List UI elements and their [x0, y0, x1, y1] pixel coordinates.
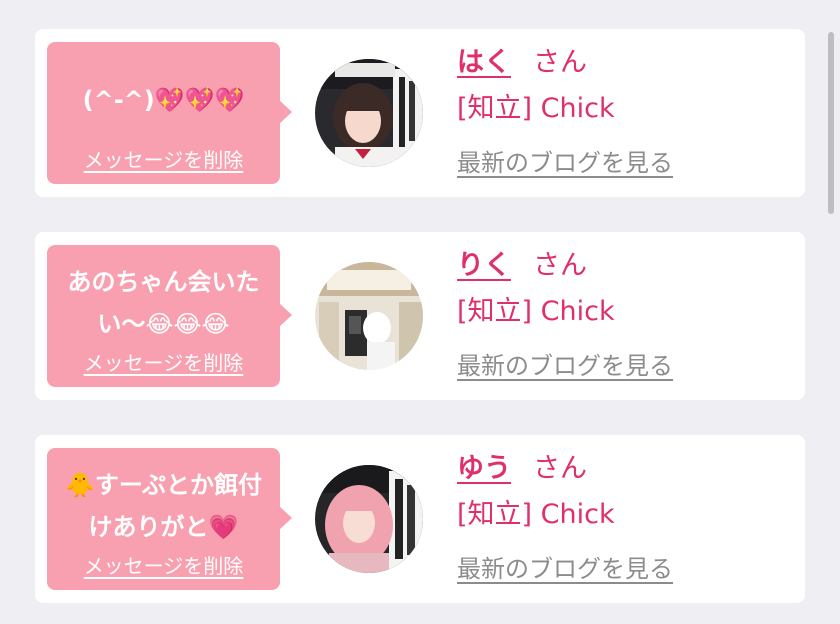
delete-message-link[interactable]: メッセージを削除: [84, 550, 244, 579]
sender-info: はく さん [知立] Chick 最新のブログを見る: [457, 43, 673, 178]
message-text: あのちゃん会いたい〜😂😂😂: [67, 268, 260, 338]
message-list: (^-^)💖💖💖 メッセージを削除 はく さん [知立] Chick 最新のブロ…: [0, 0, 840, 624]
message-text: 🐥すーぷとか餌付けありがと💗: [65, 471, 262, 541]
honorific: さん: [533, 453, 587, 484]
latest-blog-link[interactable]: 最新のブログを見る: [457, 549, 673, 584]
sender-name-link[interactable]: はく: [457, 47, 511, 78]
sender-info: ゆう さん [知立] Chick 最新のブログを見る: [457, 449, 673, 584]
latest-blog-link[interactable]: 最新のブログを見る: [457, 143, 673, 178]
shop-label: [知立] Chick: [457, 296, 615, 327]
delete-message-link[interactable]: メッセージを削除: [84, 347, 244, 376]
message-text: (^-^)💖💖💖: [82, 86, 245, 114]
sender-info: りく さん [知立] Chick 最新のブログを見る: [457, 246, 673, 381]
message-card: (^-^)💖💖💖 メッセージを削除 はく さん [知立] Chick 最新のブロ…: [35, 29, 805, 197]
message-card: 🐥すーぷとか餌付けありがと💗 メッセージを削除 ゆう さん [知立] Chick …: [35, 435, 805, 603]
delete-message-link[interactable]: メッセージを削除: [84, 144, 244, 173]
avatar[interactable]: [315, 59, 423, 167]
avatar[interactable]: [315, 465, 423, 573]
avatar[interactable]: [315, 262, 423, 370]
honorific: さん: [533, 47, 587, 78]
shop-label: [知立] Chick: [457, 93, 615, 124]
honorific: さん: [533, 250, 587, 281]
latest-blog-link[interactable]: 最新のブログを見る: [457, 346, 673, 381]
scrollbar[interactable]: [828, 32, 834, 214]
shop-label: [知立] Chick: [457, 499, 615, 530]
sender-name-link[interactable]: ゆう: [457, 453, 511, 484]
message-card: あのちゃん会いたい〜😂😂😂 メッセージを削除 りく さん [知立] Chick 最…: [35, 232, 805, 400]
message-bubble: あのちゃん会いたい〜😂😂😂 メッセージを削除: [47, 245, 292, 387]
sender-name-link[interactable]: りく: [457, 250, 511, 281]
message-bubble: 🐥すーぷとか餌付けありがと💗 メッセージを削除: [47, 448, 292, 590]
message-bubble: (^-^)💖💖💖 メッセージを削除: [47, 42, 292, 184]
